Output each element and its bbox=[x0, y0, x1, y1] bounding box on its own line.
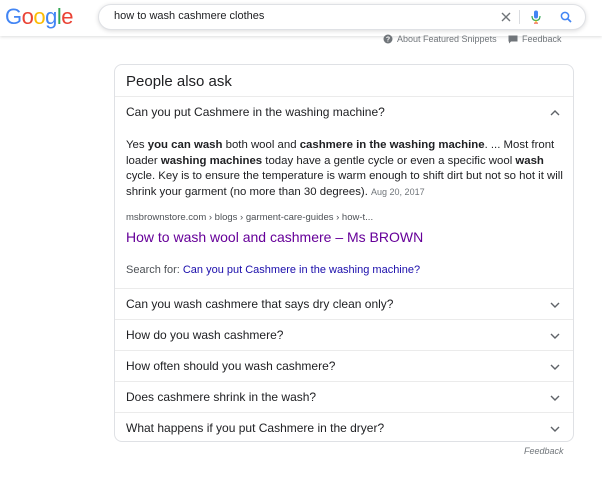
help-icon: ? bbox=[383, 34, 393, 44]
chevron-down-icon bbox=[549, 423, 561, 435]
google-logo[interactable]: Google bbox=[5, 4, 74, 30]
microphone-icon[interactable] bbox=[524, 5, 548, 29]
snippet-answer: Yes you can wash both wool and cashmere … bbox=[126, 138, 564, 200]
snippet-date: Aug 20, 2017 bbox=[371, 186, 425, 197]
clear-icon[interactable] bbox=[494, 5, 518, 29]
answer-text: Yes bbox=[126, 139, 148, 151]
chevron-down-icon bbox=[549, 330, 561, 342]
paa-title: People also ask bbox=[126, 73, 232, 90]
search-for: Search for: Can you put Cashmere in the … bbox=[126, 264, 420, 276]
chevron-up-icon bbox=[549, 107, 561, 119]
question-text: Can you put Cashmere in the washing mach… bbox=[126, 105, 385, 119]
paa-question[interactable]: Does cashmere shrink in the wash? bbox=[115, 381, 573, 412]
answer-text: both wool and bbox=[222, 139, 300, 151]
search-header: Google how to wash cashmere clothes bbox=[0, 0, 602, 36]
paa-question-expanded[interactable]: Can you put Cashmere in the washing mach… bbox=[115, 96, 573, 127]
chevron-down-icon bbox=[549, 392, 561, 404]
question-text: Does cashmere shrink in the wash? bbox=[126, 390, 317, 404]
search-for-label: Search for: bbox=[126, 264, 183, 276]
question-text: How do you wash cashmere? bbox=[126, 328, 284, 342]
answer-text: today have a gentle cycle or even a spec… bbox=[262, 154, 516, 167]
people-also-ask: People also ask Can you put Cashmere in … bbox=[114, 64, 574, 442]
answer-highlight: washing machines bbox=[160, 154, 263, 167]
paa-question[interactable]: Can you wash cashmere that says dry clea… bbox=[115, 288, 573, 319]
search-divider bbox=[519, 10, 520, 24]
result-cite: msbrownstore.com › blogs › garment-care-… bbox=[126, 212, 374, 223]
question-text: How often should you wash cashmere? bbox=[126, 359, 336, 373]
answer-highlight: wash bbox=[515, 154, 544, 167]
logo-letter: o bbox=[33, 4, 46, 29]
about-featured-snippets[interactable]: ? About Featured Snippets bbox=[383, 32, 497, 46]
question-text: What happens if you put Cashmere in the … bbox=[126, 421, 385, 435]
answer-highlight: you can wash bbox=[147, 139, 223, 151]
snippet-feedback[interactable]: Feedback bbox=[508, 32, 562, 46]
chevron-down-icon bbox=[549, 299, 561, 311]
search-icon[interactable] bbox=[554, 5, 578, 29]
paa-question[interactable]: How do you wash cashmere? bbox=[115, 319, 573, 350]
answer-highlight: cashmere in the washing machine bbox=[299, 139, 485, 151]
question-text: Can you wash cashmere that says dry clea… bbox=[126, 297, 394, 311]
result-title-link[interactable]: How to wash wool and cashmere – Ms BROWN bbox=[126, 229, 423, 245]
feedback-label: Feedback bbox=[522, 34, 562, 44]
page-feedback-link[interactable]: Feedback bbox=[524, 446, 564, 456]
logo-letter: g bbox=[45, 4, 57, 29]
search-box[interactable]: how to wash cashmere clothes bbox=[98, 4, 586, 30]
answer-text: cycle. Key is to ensure the temperature … bbox=[126, 170, 563, 198]
paa-question[interactable]: How often should you wash cashmere? bbox=[115, 350, 573, 381]
logo-letter: G bbox=[5, 4, 22, 29]
chevron-down-icon bbox=[549, 361, 561, 373]
paa-question[interactable]: What happens if you put Cashmere in the … bbox=[115, 412, 573, 443]
search-for-link[interactable]: Can you put Cashmere in the washing mach… bbox=[183, 264, 420, 276]
logo-letter: e bbox=[61, 4, 74, 29]
search-input[interactable]: how to wash cashmere clothes bbox=[114, 10, 264, 22]
logo-letter: o bbox=[21, 4, 34, 29]
feedback-icon bbox=[508, 35, 518, 44]
svg-text:?: ? bbox=[386, 37, 390, 44]
about-label: About Featured Snippets bbox=[397, 34, 497, 44]
